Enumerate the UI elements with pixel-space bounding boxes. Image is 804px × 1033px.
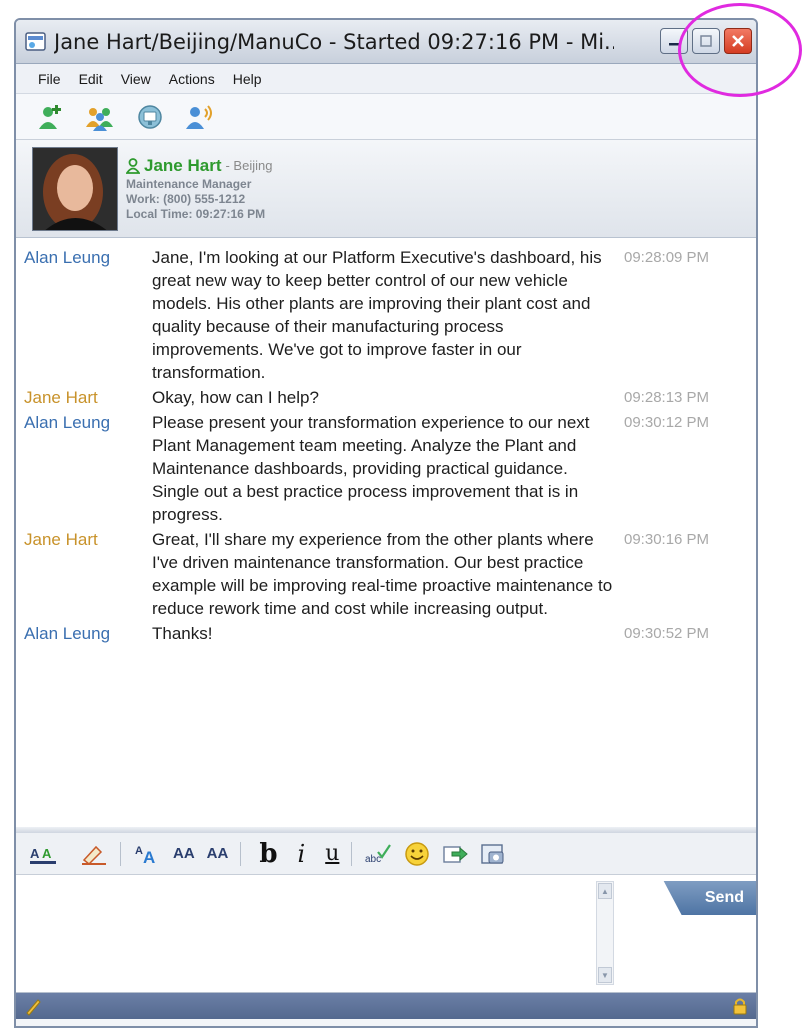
message-row: Alan Leung Jane, I'm looking at our Plat… <box>16 246 756 384</box>
meeting-icon[interactable] <box>136 103 164 131</box>
compose-scrollbar[interactable]: ▲ ▼ <box>596 881 614 985</box>
contact-title: Maintenance Manager <box>126 176 252 191</box>
highlight-icon[interactable] <box>80 842 108 866</box>
underline-button[interactable]: u <box>325 841 339 866</box>
emoticon-icon[interactable] <box>404 841 430 867</box>
toolbar-separator <box>351 841 353 866</box>
status-bar <box>16 993 756 1019</box>
window-title: Jane Hart/Beijing/ManuCo - Started 09:27… <box>54 29 614 54</box>
message-time: 09:30:12 PM <box>624 414 710 431</box>
action-toolbar <box>16 94 756 140</box>
compose-area: ▲ ▼ Send <box>16 875 756 993</box>
title-bar[interactable]: Jane Hart/Beijing/ManuCo - Started 09:27… <box>16 20 756 64</box>
send-button[interactable]: Send <box>663 881 756 915</box>
message-text: Thanks! <box>152 624 213 643</box>
message-time: 09:28:13 PM <box>624 389 710 406</box>
contact-local-time: Local Time: 09:27:16 PM <box>126 206 266 221</box>
message-row: Jane Hart Great, I'll share my experienc… <box>16 528 756 620</box>
lock-icon[interactable] <box>732 997 748 1015</box>
message-text: Please present your transformation exper… <box>152 413 590 524</box>
scroll-down-button[interactable]: ▼ <box>598 967 612 983</box>
message-row: Alan Leung Please present your transform… <box>16 411 756 526</box>
message-sender: Jane Hart <box>24 530 98 549</box>
scroll-up-button[interactable]: ▲ <box>598 883 612 899</box>
menu-help[interactable]: Help <box>233 71 262 87</box>
message-text: Okay, how can I help? <box>152 388 319 407</box>
svg-text:A: A <box>42 846 52 861</box>
message-sender: Alan Leung <box>24 624 111 643</box>
menu-bar: File Edit View Actions Help <box>16 64 756 94</box>
spell-check-icon[interactable]: abc <box>364 842 392 866</box>
menu-actions[interactable]: Actions <box>169 71 215 87</box>
contact-work-phone: Work: (800) 555-1212 <box>126 191 246 206</box>
message-sender: Alan Leung <box>24 248 111 267</box>
message-row: Jane Hart Okay, how can I help? 09:28:13… <box>16 386 756 409</box>
font-grow-icon[interactable]: A A <box>133 842 161 866</box>
chat-app-icon <box>25 31 46 51</box>
message-input[interactable] <box>22 881 592 985</box>
online-person-icon <box>126 158 140 174</box>
font-smaller-button[interactable]: AA <box>207 845 229 862</box>
splitter-handle[interactable] <box>16 827 756 833</box>
menu-file[interactable]: File <box>38 71 61 87</box>
italic-button[interactable]: i <box>298 840 306 868</box>
message-row: Alan Leung Thanks! 09:30:52 PM <box>16 622 756 645</box>
message-text: Great, I'll share my experience from the… <box>152 530 613 618</box>
contact-photo <box>33 147 117 230</box>
chat-transcript[interactable]: Alan Leung Jane, I'm looking at our Plat… <box>16 238 756 833</box>
toolbar-separator <box>120 841 121 866</box>
annotation-circle <box>678 3 802 97</box>
message-sender: Alan Leung <box>24 413 111 432</box>
svg-text:A: A <box>135 845 143 857</box>
chat-window: Jane Hart/Beijing/ManuCo - Started 09:27… <box>14 18 758 1028</box>
send-file-icon[interactable] <box>442 842 469 866</box>
message-sender: Jane Hart <box>24 388 98 407</box>
message-time: 09:28:09 PM <box>624 249 710 266</box>
voice-call-icon[interactable] <box>184 103 214 131</box>
svg-text:abc: abc <box>365 854 381 865</box>
font-larger-button[interactable]: AA <box>173 845 195 862</box>
contact-name[interactable]: Jane Hart <box>144 155 221 176</box>
group-icon[interactable] <box>84 103 116 131</box>
add-contact-icon[interactable] <box>36 103 64 131</box>
pencil-icon <box>26 999 41 1016</box>
svg-text:A: A <box>143 848 155 866</box>
message-time: 09:30:52 PM <box>624 625 710 642</box>
screen-capture-icon[interactable] <box>480 842 506 866</box>
toolbar-separator <box>240 841 242 866</box>
menu-edit[interactable]: Edit <box>79 71 103 87</box>
contact-header: Jane Hart - Beijing Maintenance Manager … <box>16 140 756 238</box>
svg-text:A: A <box>30 846 40 861</box>
menu-view[interactable]: View <box>121 71 151 87</box>
bold-button[interactable]: b <box>259 839 277 869</box>
contact-location: - Beijing <box>225 157 273 173</box>
format-toolbar: A A A A AA AA b i u abc <box>16 833 756 875</box>
font-color-icon[interactable]: A A <box>28 842 68 866</box>
message-text: Jane, I'm looking at our Platform Execut… <box>152 248 602 382</box>
message-time: 09:30:16 PM <box>624 531 710 548</box>
avatar <box>32 146 118 231</box>
